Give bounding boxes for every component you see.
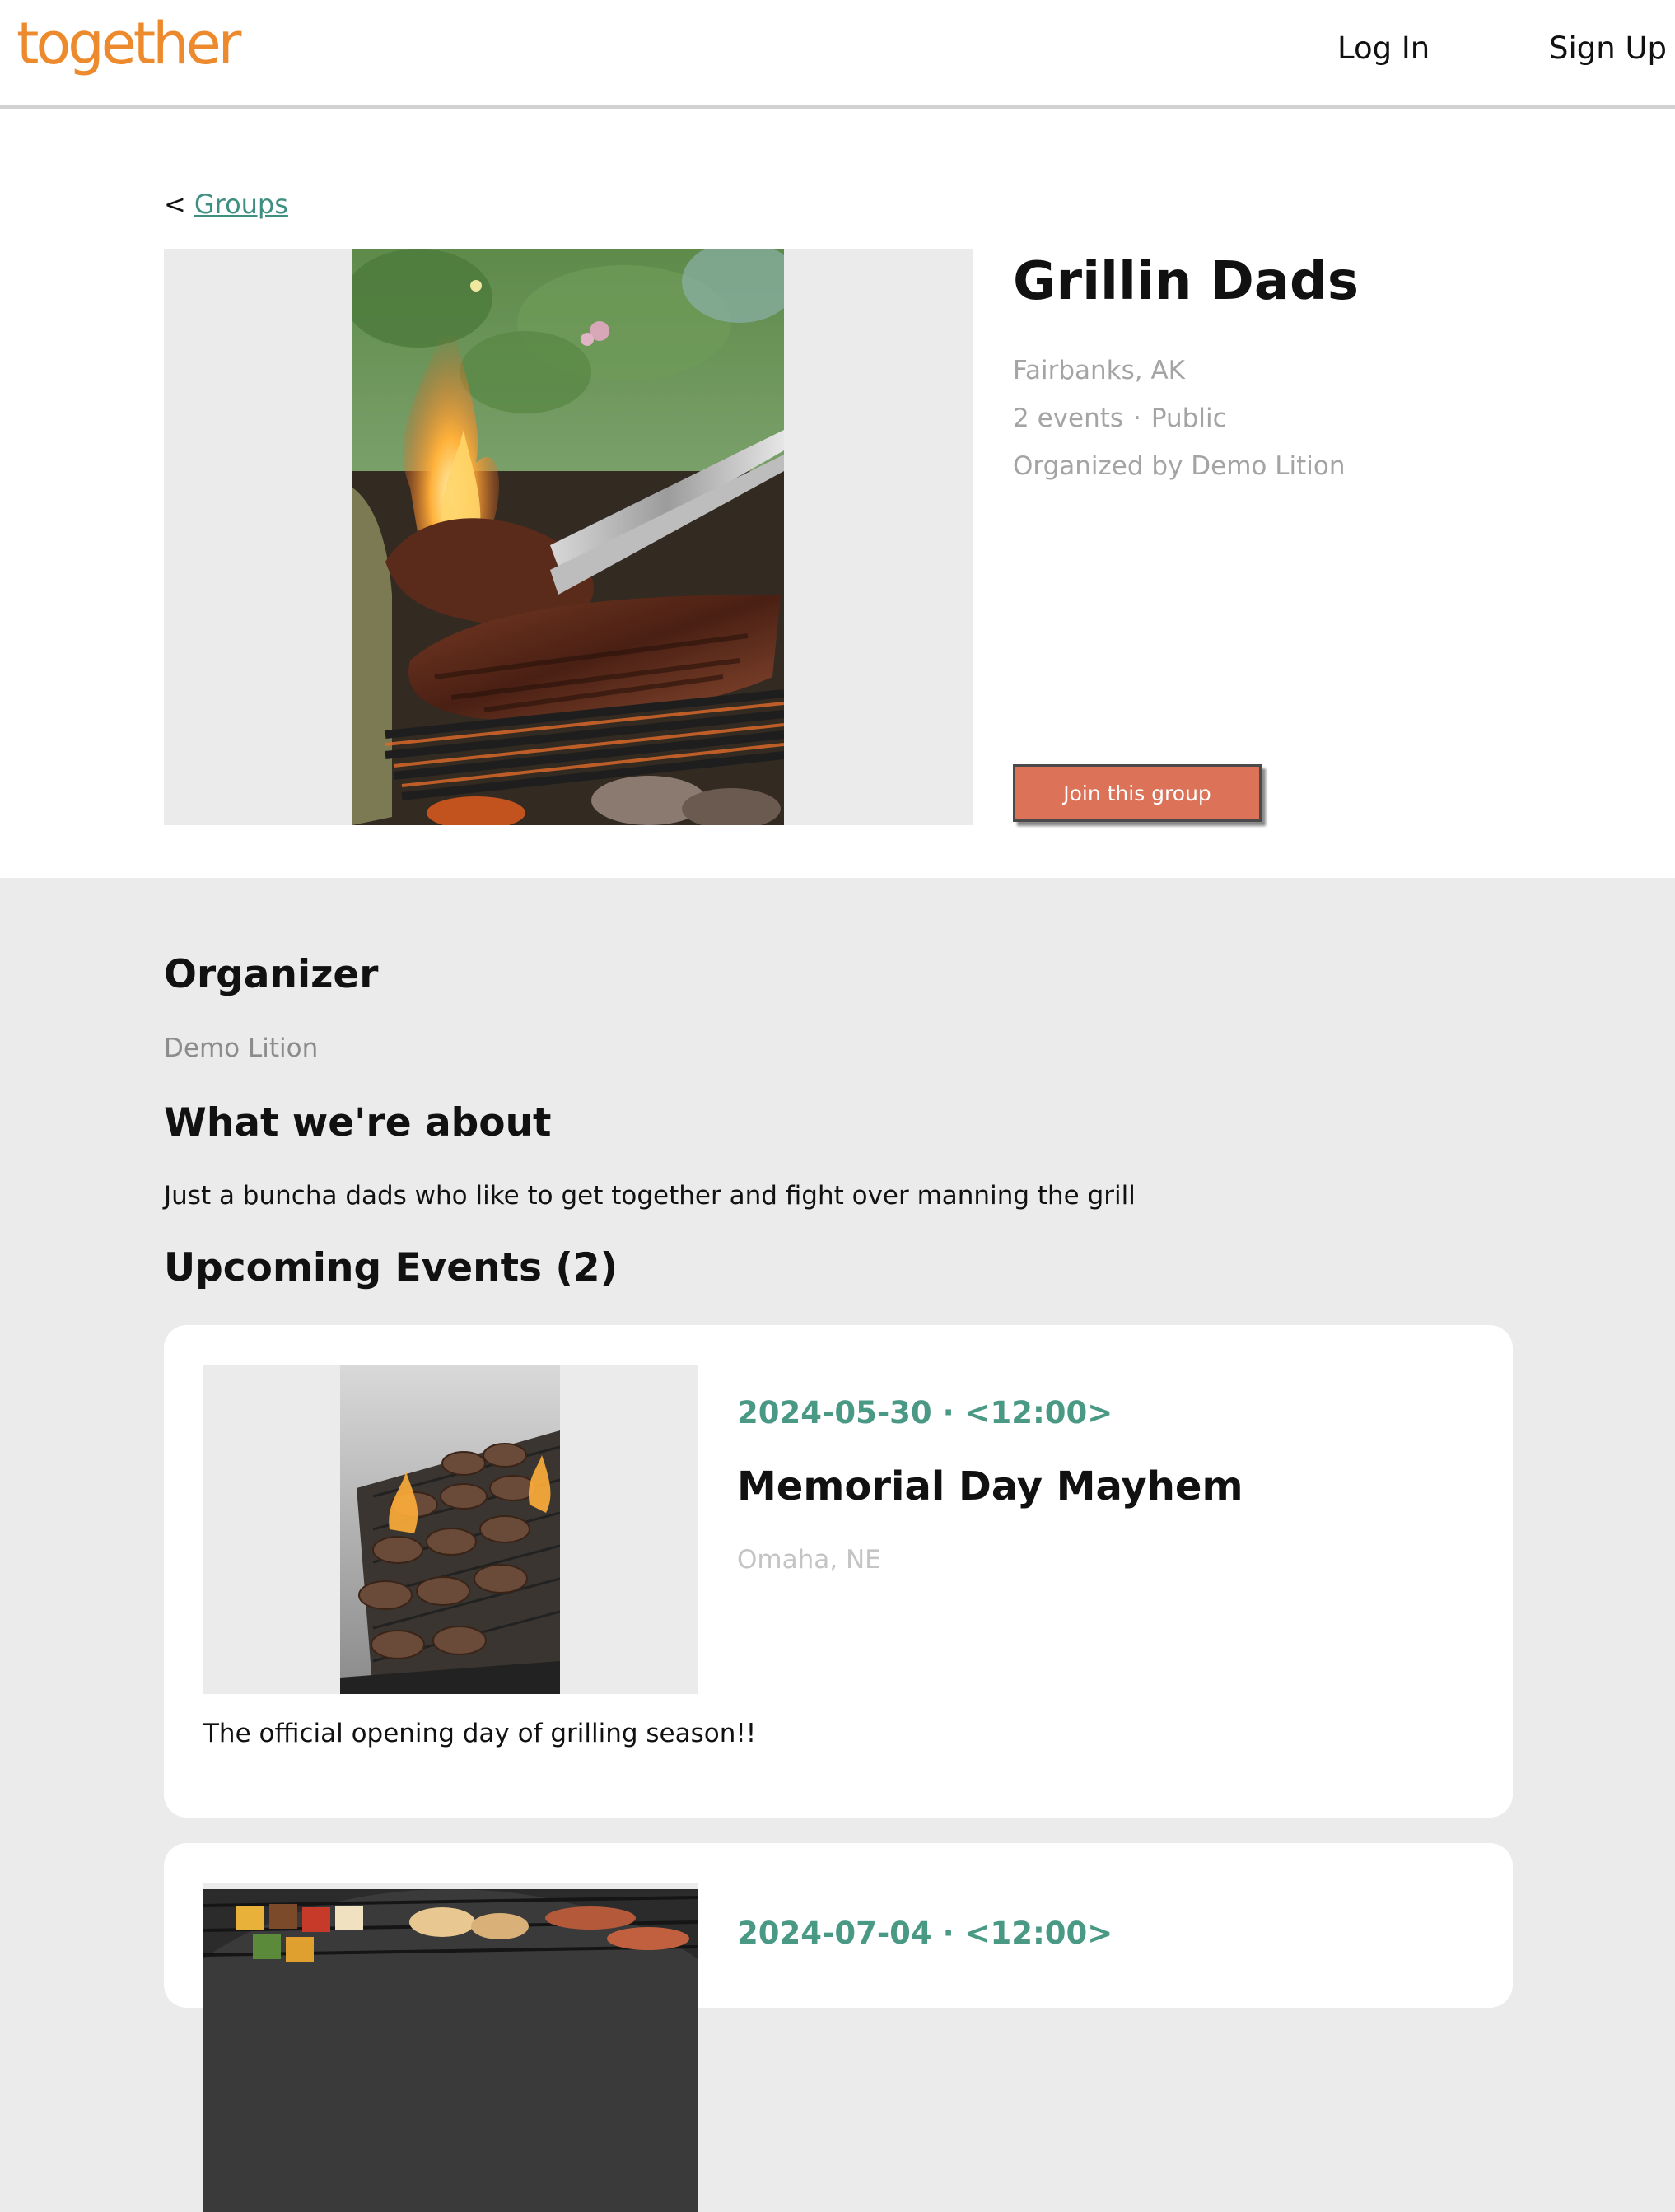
group-photo-frame: [164, 249, 973, 825]
group-event-count: 2 events: [1013, 404, 1124, 433]
groups-breadcrumb-link[interactable]: Groups: [194, 189, 288, 220]
event-title[interactable]: Memorial Day Mayhem: [737, 1467, 1243, 1506]
sign-up-link[interactable]: Sign Up: [1549, 33, 1667, 63]
event-date: 2024-07-04: [737, 1916, 932, 1951]
event-card[interactable]: 2024-05-30 · <12:00> Memorial Day Mayhem…: [164, 1325, 1513, 1818]
event-photo-burgers-on-grill: [340, 1365, 560, 1694]
back-chevron-icon: <: [164, 189, 186, 220]
group-hero-section: < Groups Grillin Dads Fairbanks, AK 2 ev…: [0, 109, 1675, 878]
group-stats: 2 events · Public: [1013, 406, 1227, 432]
join-group-button[interactable]: Join this group: [1013, 764, 1262, 822]
event-time: <12:00>: [964, 1916, 1113, 1951]
event-time: <12:00>: [964, 1395, 1113, 1430]
group-title: Grillin Dads: [1013, 251, 1359, 312]
breadcrumb: < Groups: [164, 191, 288, 217]
about-heading: What we're about: [164, 1100, 552, 1146]
about-description: Just a buncha dads who like to get toget…: [164, 1181, 1136, 1211]
event-description: The official opening day of grilling sea…: [203, 1719, 757, 1748]
event-card[interactable]: 2024-07-04 · <12:00>: [164, 1843, 1513, 2212]
event-photo-kebabs-on-grill: [203, 1889, 698, 2212]
event-separator: ·: [942, 1395, 954, 1430]
group-photo-grilling-steak: [352, 249, 784, 825]
organizer-name: Demo Lition: [164, 1034, 319, 1063]
group-visibility: Public: [1150, 404, 1227, 433]
event-separator: ·: [942, 1916, 954, 1951]
event-photo-frame: [203, 1365, 698, 1694]
upcoming-events-heading: Upcoming Events (2): [164, 1245, 618, 1290]
event-photo-frame: [203, 1883, 698, 2212]
group-organized-by: Organized by Demo Lition: [1013, 451, 1346, 481]
organizer-heading: Organizer: [164, 952, 379, 997]
log-in-link[interactable]: Log In: [1337, 33, 1430, 63]
event-date-time: 2024-05-30 · <12:00>: [737, 1398, 1113, 1428]
event-date-time: 2024-07-04 · <12:00>: [737, 1918, 1113, 1948]
top-navigation-bar: together Log In Sign Up: [0, 0, 1675, 109]
meta-separator: ·: [1133, 404, 1141, 433]
event-date: 2024-05-30: [737, 1395, 932, 1430]
together-logo[interactable]: together: [16, 15, 241, 72]
event-location: Omaha, NE: [737, 1545, 881, 1575]
group-location: Fairbanks, AK: [1013, 356, 1186, 385]
